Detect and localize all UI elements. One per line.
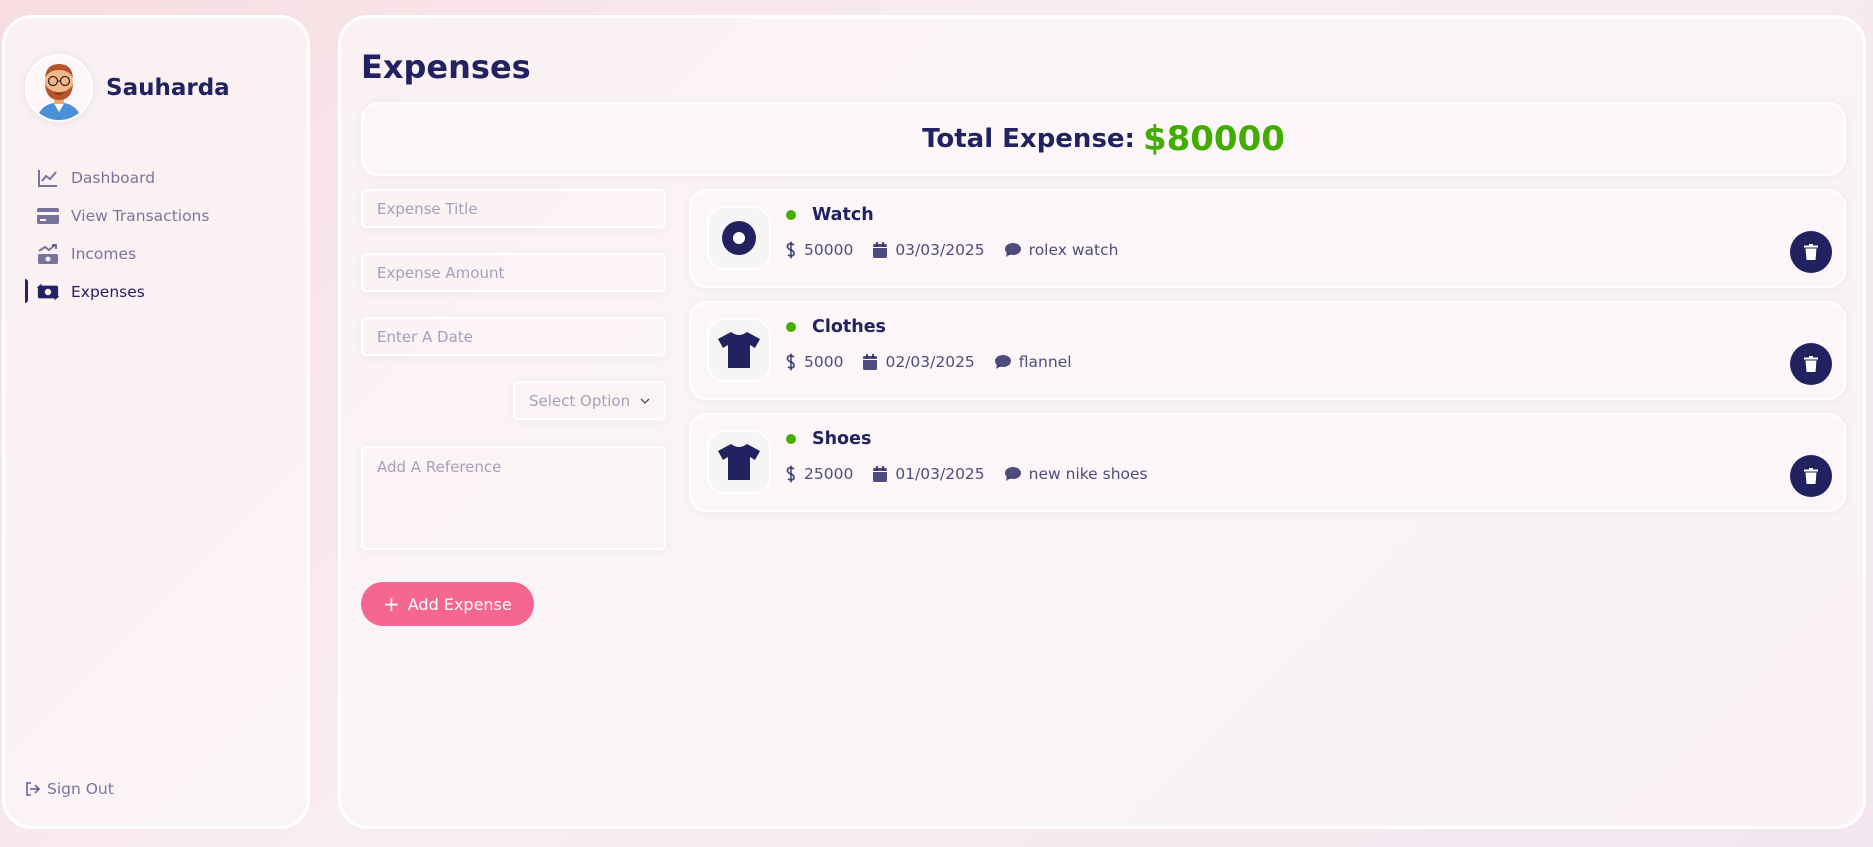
- comment-icon: [994, 355, 1011, 369]
- expense-title-input[interactable]: [361, 189, 666, 228]
- status-dot: [786, 434, 796, 444]
- calendar-icon: [873, 242, 888, 258]
- expense-description: new nike shoes: [1028, 465, 1148, 483]
- expense-list: Watch 50000 03/03/2025 rolex watch Cloth…: [689, 189, 1846, 525]
- expense-amount: 50000: [804, 241, 854, 259]
- total-expense-label: Total Expense:: [922, 124, 1135, 154]
- category-select-value: Select Option: [529, 391, 631, 410]
- expense-item: Watch 50000 03/03/2025 rolex watch: [689, 189, 1846, 288]
- total-expense-card: Total Expense: $80000: [361, 102, 1846, 176]
- money-bill-trend-up-icon: [37, 243, 59, 265]
- shirt-icon: [707, 318, 771, 382]
- sidebar-item-label: View Transactions: [71, 207, 210, 225]
- sign-out-button[interactable]: Sign Out: [25, 780, 114, 798]
- add-expense-button[interactable]: + Add Expense: [361, 582, 534, 626]
- delete-button[interactable]: [1790, 455, 1832, 497]
- status-dot: [786, 322, 796, 332]
- plus-icon: +: [383, 592, 400, 616]
- money-bill-transfer-icon: [37, 281, 59, 303]
- expense-amount: 5000: [804, 353, 844, 371]
- expense-form: Select Option + Add Expense: [361, 189, 666, 626]
- expense-amount: 25000: [804, 465, 854, 483]
- expense-title: Clothes: [812, 317, 886, 337]
- add-expense-label: Add Expense: [407, 594, 512, 614]
- delete-button[interactable]: [1790, 231, 1832, 273]
- sidebar-item-label: Expenses: [71, 283, 145, 301]
- sidebar-nav: Dashboard View Transactions Incomes Expe…: [25, 159, 295, 311]
- calendar-icon: [863, 354, 878, 370]
- sidebar-item-label: Incomes: [71, 245, 137, 263]
- comment-icon: [1004, 243, 1021, 257]
- dollar-icon: [786, 241, 795, 259]
- delete-button[interactable]: [1790, 343, 1832, 385]
- trash-icon: [1804, 356, 1818, 372]
- sidebar-item-dashboard[interactable]: Dashboard: [25, 159, 295, 197]
- circle-dot-icon: [707, 206, 771, 270]
- sidebar: Sauharda Dashboard View Transactions Inc…: [2, 15, 310, 829]
- profile: Sauharda: [25, 54, 230, 122]
- reference-textarea[interactable]: [361, 446, 666, 550]
- trash-icon: [1804, 468, 1818, 484]
- chart-line-icon: [37, 167, 59, 189]
- main-panel: Expenses Total Expense: $80000 Select Op…: [338, 15, 1866, 829]
- calendar-icon: [873, 466, 888, 482]
- expense-item: Clothes 5000 02/03/2025 flannel: [689, 301, 1846, 400]
- expense-date: 02/03/2025: [885, 353, 975, 371]
- dollar-icon: [786, 353, 795, 371]
- expense-date: 01/03/2025: [895, 465, 985, 483]
- expense-item: Shoes 25000 01/03/2025 new nike shoes: [689, 413, 1846, 512]
- comment-icon: [1004, 467, 1021, 481]
- sidebar-item-expenses[interactable]: Expenses: [25, 273, 295, 311]
- expense-date-input[interactable]: [361, 317, 666, 356]
- status-dot: [786, 210, 796, 220]
- trash-icon: [1804, 244, 1818, 260]
- expense-amount-input[interactable]: [361, 253, 666, 292]
- sign-out-label: Sign Out: [47, 780, 114, 798]
- credit-card-icon: [37, 205, 59, 227]
- profile-name: Sauharda: [106, 75, 230, 101]
- shirt-icon: [707, 430, 771, 494]
- category-select[interactable]: Select Option: [513, 381, 666, 420]
- page-title: Expenses: [361, 48, 531, 86]
- sidebar-item-label: Dashboard: [71, 169, 156, 187]
- expense-date: 03/03/2025: [895, 241, 985, 259]
- total-expense-value: $80000: [1142, 119, 1285, 159]
- sidebar-item-incomes[interactable]: Incomes: [25, 235, 295, 273]
- expense-description: rolex watch: [1028, 241, 1119, 259]
- expense-description: flannel: [1018, 353, 1072, 371]
- chevron-down-icon: [640, 398, 650, 404]
- avatar: [25, 54, 93, 122]
- sidebar-item-view-transactions[interactable]: View Transactions: [25, 197, 295, 235]
- sign-out-icon: [26, 782, 41, 796]
- expense-title: Shoes: [812, 429, 872, 449]
- expense-title: Watch: [812, 205, 874, 225]
- dollar-icon: [786, 465, 795, 483]
